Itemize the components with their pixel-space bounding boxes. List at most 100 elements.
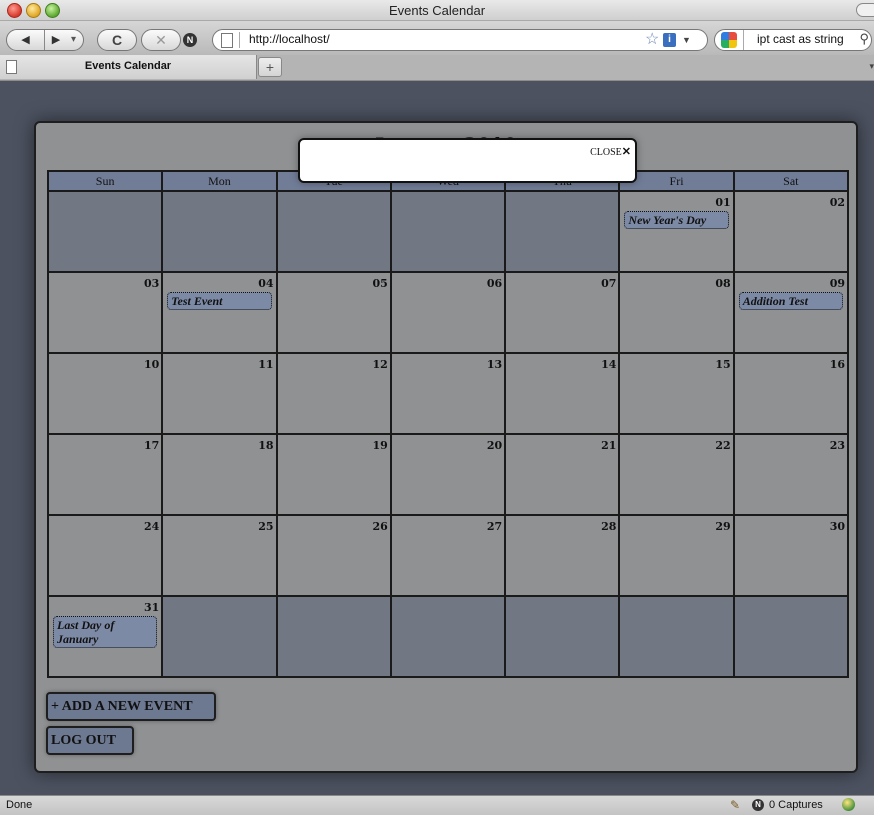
day-cell[interactable]: 24 (46, 514, 164, 597)
filler-cell (504, 595, 621, 678)
calendar-event[interactable]: Last Day of January (53, 616, 158, 648)
day-number: 03 (143, 277, 160, 290)
noscript-icon[interactable]: N (183, 33, 197, 47)
search-engine-icon[interactable] (721, 32, 737, 48)
url-input[interactable]: http://localhost/ (249, 32, 330, 46)
day-number: 09 (829, 277, 845, 290)
day-cell[interactable]: 16 (732, 352, 850, 435)
day-cell[interactable]: 12 (275, 352, 392, 435)
window-titlebar: Events Calendar (0, 0, 874, 21)
week-row: 17 18 19 20 21 22 23 (46, 433, 850, 516)
day-cell[interactable]: 03 (46, 271, 164, 354)
history-dropdown-icon[interactable]: ▾ (71, 30, 83, 50)
day-cell[interactable]: 07 (504, 271, 621, 354)
day-cell[interactable]: 29 (618, 514, 735, 597)
week-row: 31 Last Day of January (46, 595, 850, 678)
noscript-status-icon[interactable]: N (752, 799, 764, 811)
day-number: 28 (601, 520, 617, 533)
day-cell[interactable]: 23 (732, 433, 850, 516)
day-number: 07 (601, 277, 617, 290)
captures-label[interactable]: 0 Captures (769, 799, 823, 811)
search-input[interactable]: ipt cast as string (757, 32, 844, 46)
day-cell[interactable]: 30 (732, 514, 850, 597)
url-dropdown-icon[interactable]: ▼ (682, 30, 691, 50)
day-cell[interactable]: 08 (618, 271, 735, 354)
tab-menu-icon[interactable]: ▾ (869, 61, 874, 72)
tab-label: Events Calendar (84, 60, 172, 72)
back-button[interactable]: ◀ (7, 30, 45, 50)
info-icon[interactable]: i (663, 33, 676, 47)
day-cell[interactable]: 19 (275, 433, 392, 516)
day-cell[interactable]: 10 (46, 352, 164, 435)
filler-cell (46, 190, 164, 273)
day-cell[interactable]: 04 Test Event (161, 271, 278, 354)
day-cell[interactable]: 28 (504, 514, 621, 597)
day-number: 31 (143, 601, 160, 614)
day-number: 19 (372, 439, 388, 452)
week-row: 24 25 26 27 28 29 30 (46, 514, 850, 597)
bookmark-star-icon[interactable]: ☆ (645, 30, 659, 50)
calendar-body: 01 New Year's Day 02 03 04 Test Event 05 06 07 08… (46, 190, 850, 678)
day-cell[interactable]: 09 Addition Test (732, 271, 850, 354)
day-cell[interactable]: 21 (504, 433, 621, 516)
event-modal: CLOSE✕ (298, 138, 637, 183)
day-cell[interactable]: 22 (618, 433, 735, 516)
firebug-icon[interactable]: ✎ (730, 798, 740, 812)
globe-icon[interactable] (842, 798, 855, 811)
day-cell[interactable]: 11 (161, 352, 278, 435)
day-number: 24 (143, 520, 160, 533)
add-event-button[interactable]: + ADD A NEW EVENT (46, 692, 216, 721)
stop-button[interactable]: ✕ (141, 29, 181, 51)
day-number: 01 (715, 196, 731, 209)
day-cell[interactable]: 18 (161, 433, 278, 516)
day-number: 14 (601, 358, 617, 371)
day-cell[interactable]: 01 New Year's Day (618, 190, 735, 273)
page-icon (221, 33, 233, 48)
calendar-grid: Sun Mon Tue Wed Thu Fri Sat 01New Year's… (46, 170, 850, 678)
day-cell[interactable]: 20 (389, 433, 507, 516)
day-number: 21 (601, 439, 617, 452)
nav-buttons: ◀ ▶ ▾ (6, 29, 84, 51)
toolbar-toggle-button[interactable] (856, 3, 874, 17)
day-number: 18 (258, 439, 274, 452)
day-cell[interactable]: 05 (275, 271, 392, 354)
modal-close-button[interactable]: CLOSE✕ (590, 145, 631, 158)
new-tab-button[interactable]: + (258, 57, 282, 77)
day-number: 11 (258, 358, 274, 371)
day-cell[interactable]: 02 (732, 190, 850, 273)
tab-bar: Events Calendar + ▾ (0, 55, 874, 81)
day-cell[interactable]: 25 (161, 514, 278, 597)
day-number: 05 (372, 277, 388, 290)
day-cell[interactable]: 13 (389, 352, 507, 435)
forward-button[interactable]: ▶ (45, 30, 67, 50)
filler-cell (161, 190, 278, 273)
address-bar[interactable]: http://localhost/ ☆ i ▼ (212, 29, 708, 51)
calendar-panel: January 2010 Sun Mon Tue Wed Thu Fri Sat… (34, 121, 858, 773)
day-number: 16 (829, 358, 845, 371)
day-cell[interactable]: 27 (389, 514, 507, 597)
day-cell[interactable]: 06 (389, 271, 507, 354)
calendar-event[interactable]: Test Event (167, 292, 272, 310)
day-number: 26 (372, 520, 388, 533)
day-cell[interactable]: 14 (504, 352, 621, 435)
day-cell[interactable]: 31 Last Day of January (46, 595, 164, 678)
tab-events-calendar[interactable]: Events Calendar (0, 55, 257, 79)
day-cell[interactable]: 17 (46, 433, 164, 516)
reload-button[interactable]: C (97, 29, 137, 51)
browser-toolbar: ◀ ▶ ▾ C ✕ N http://localhost/ ☆ i ▼ ipt … (0, 21, 874, 55)
filler-cell (161, 595, 278, 678)
day-cell[interactable]: 15 (618, 352, 735, 435)
calendar-event[interactable]: New Year's Day (624, 211, 729, 229)
search-box[interactable]: ipt cast as string ⚲ (714, 29, 872, 51)
day-number: 30 (829, 520, 845, 533)
filler-cell (275, 595, 392, 678)
search-icon[interactable]: ⚲ (859, 31, 869, 47)
day-number: 04 (258, 277, 274, 290)
day-number: 17 (143, 439, 160, 452)
calendar-event[interactable]: Addition Test (738, 292, 843, 310)
day-number: 02 (829, 196, 845, 209)
day-cell[interactable]: 26 (275, 514, 392, 597)
search-divider (743, 30, 754, 50)
close-icon: ✕ (621, 146, 631, 158)
logout-button[interactable]: LOG OUT (46, 726, 134, 755)
